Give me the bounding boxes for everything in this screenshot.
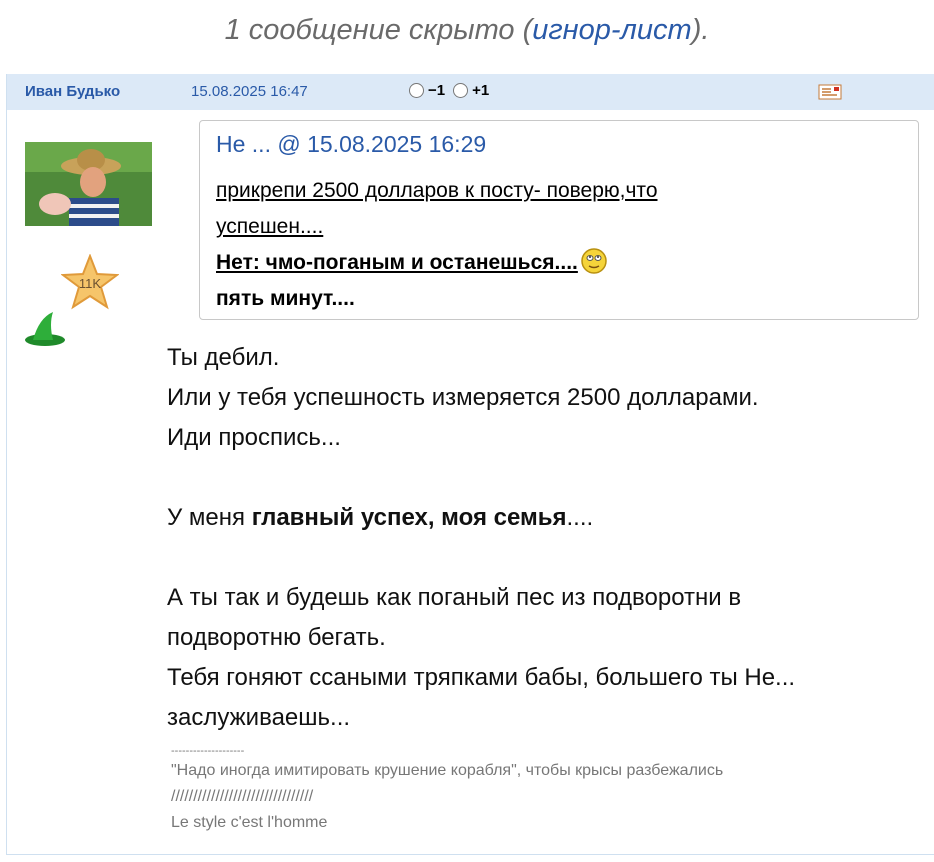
- quote-text: прикрепи 2500 долларов к посту- поверю,ч…: [216, 179, 658, 310]
- rate-minus-label: −1: [428, 82, 446, 99]
- post-header: Иван Будько 15.08.2025 16:47 −1 +1: [7, 74, 934, 110]
- forum-post: Иван Будько 15.08.2025 16:47 −1 +1 11K Н…: [6, 74, 934, 855]
- avatar[interactable]: [25, 142, 152, 226]
- star-badge-icon: 11K: [61, 254, 119, 310]
- rate-plus-radio[interactable]: [453, 83, 469, 98]
- rate-minus-radio[interactable]: [409, 83, 424, 98]
- smiley-icon: [581, 248, 607, 274]
- rate-plus-label: +1: [472, 82, 490, 99]
- message-icon[interactable]: [818, 83, 842, 101]
- quote-block: Не ... @ 15.08.2025 16:29 прикрепи 2500 …: [199, 120, 919, 320]
- hidden-messages-notice: 1 сообщение скрыто (игнор-лист).: [224, 14, 710, 46]
- wizard-hat-icon: [25, 312, 65, 346]
- badge-count: 11K: [79, 276, 101, 291]
- rating-controls: −1 +1: [409, 82, 497, 99]
- post-date[interactable]: 15.08.2025 16:47: [191, 83, 308, 100]
- ignore-list-link[interactable]: игнор-лист: [532, 14, 691, 46]
- quote-header[interactable]: Не ... @ 15.08.2025 16:29: [216, 131, 486, 158]
- post-body: Ты дебил. Или у тебя успешность измеряет…: [167, 344, 796, 731]
- signature: -------------------- "Надо иногда имитир…: [171, 745, 724, 831]
- author-name[interactable]: Иван Будько: [25, 83, 120, 100]
